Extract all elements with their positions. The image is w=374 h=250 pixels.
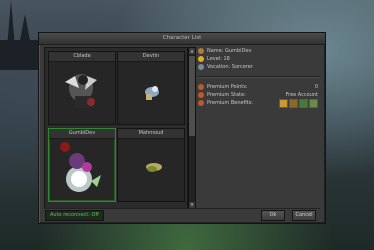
character-slot-gumbidev[interactable]: GumbiDev xyxy=(48,128,116,202)
premium-state-icon xyxy=(198,92,204,98)
vocation-value: Sorcerer xyxy=(231,64,253,70)
premium-state-row: Premium State: Free Account xyxy=(198,91,320,99)
vocation-icon xyxy=(198,64,204,70)
scrollbar-thumb[interactable] xyxy=(189,56,195,136)
character-sprite xyxy=(145,86,159,100)
level-row: Level: 18 xyxy=(198,55,320,63)
premium-points-row: Premium Points: 0 xyxy=(198,83,320,91)
premium-points-icon xyxy=(198,84,204,90)
name-icon xyxy=(198,48,204,54)
scroll-up-icon[interactable]: ▲ xyxy=(189,48,195,54)
character-list-window: Character List Cblade Devtin GumbiDev Ma… xyxy=(38,32,326,224)
vocation-row: Vocation: Sorcerer xyxy=(198,63,320,71)
ok-button[interactable]: Ok xyxy=(261,210,285,221)
cancel-button[interactable]: Cancel xyxy=(292,210,316,221)
premium-points-label: Premium Points: xyxy=(207,84,248,90)
character-grid: Cblade Devtin GumbiDev Mahmoud xyxy=(44,47,188,209)
character-slot-mahmoud[interactable]: Mahmoud xyxy=(117,128,185,202)
character-slot-devtin[interactable]: Devtin xyxy=(117,51,185,125)
window-title[interactable]: Character List xyxy=(39,33,325,45)
level-label: Level: xyxy=(207,56,222,62)
level-icon xyxy=(198,56,204,62)
character-slot-cblade[interactable]: Cblade xyxy=(48,51,116,125)
premium-benefit-icons xyxy=(279,99,318,108)
footer-divider xyxy=(44,208,320,209)
premium-state-label: Premium State: xyxy=(207,92,246,98)
vocation-label: Vocation: xyxy=(207,64,231,70)
character-sprite xyxy=(65,74,97,108)
background-tower xyxy=(0,40,40,70)
character-sprite xyxy=(60,142,101,192)
character-list-scrollbar[interactable]: ▲ ▼ xyxy=(188,47,196,209)
character-details-panel: Name: GumbiDev Level: 18 Vocation: Sorce… xyxy=(198,47,320,108)
auto-reconnect-toggle[interactable]: Auto reconnect: Off xyxy=(45,210,104,221)
premium-state-value: Free Account xyxy=(285,92,318,98)
character-sprite xyxy=(146,163,162,172)
character-name: Cblade xyxy=(49,52,115,62)
gold-benefit-icon[interactable] xyxy=(279,99,288,108)
level-value: 18 xyxy=(223,56,230,62)
character-name: GumbiDev xyxy=(49,129,115,139)
divider xyxy=(198,76,320,78)
name-label: Name: xyxy=(207,48,224,54)
map-benefit-icon[interactable] xyxy=(299,99,308,108)
premium-benefits-icon xyxy=(198,100,204,106)
scroll-benefit-icon[interactable] xyxy=(289,99,298,108)
name-value: GumbiDev xyxy=(225,48,252,54)
character-name: Devtin xyxy=(118,52,184,62)
name-row: Name: GumbiDev xyxy=(198,47,320,55)
character-name: Mahmoud xyxy=(118,129,184,139)
premium-points-value: 0 xyxy=(314,84,318,90)
outfit-benefit-icon[interactable] xyxy=(309,99,318,108)
premium-benefits-row: Premium Benefits: xyxy=(198,99,320,108)
premium-benefits-label: Premium Benefits: xyxy=(207,100,253,106)
